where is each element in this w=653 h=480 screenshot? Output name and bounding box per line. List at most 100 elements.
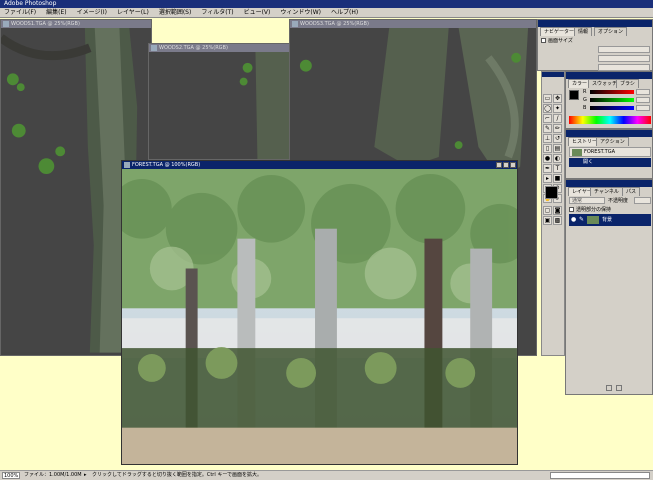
trash-icon[interactable] (616, 385, 622, 391)
pencil-tool-icon[interactable]: ✏ (553, 124, 562, 133)
palette-titlebar[interactable] (538, 20, 652, 27)
menu-select[interactable]: 選択範囲(S) (157, 8, 194, 17)
new-layer-icon[interactable] (606, 385, 612, 391)
green-value-field[interactable] (636, 97, 650, 103)
green-slider[interactable] (590, 98, 634, 102)
menu-file[interactable]: ファイル(F) (2, 8, 38, 17)
window-title: WOODS2.TGA @ 25%(RGB) (159, 45, 228, 51)
red-slider[interactable] (590, 90, 634, 94)
palette-titlebar[interactable] (566, 130, 652, 137)
document-window-woods2[interactable]: WOODS2.TGA @ 25%(RGB) (148, 43, 290, 160)
color-spectrum-bar[interactable] (569, 116, 651, 124)
blue-slider[interactable] (590, 106, 634, 110)
history-palette: ヒストリー アクション FOREST.TGA 開く (565, 129, 653, 179)
move-tool-icon[interactable]: ✥ (553, 94, 562, 103)
blue-value-field[interactable] (636, 105, 650, 111)
menu-image[interactable]: イメージ(I) (75, 8, 109, 17)
window-title: FOREST.TGA @ 100%(RGB) (132, 162, 201, 168)
menu-filter[interactable]: フィルタ(T) (199, 8, 235, 17)
menu-layer[interactable]: レイヤー(L) (115, 8, 151, 17)
window-titlebar[interactable]: WOODS3.TGA @ 25%(RGB) (290, 20, 536, 28)
tab-channels[interactable]: チャンネル (590, 187, 623, 196)
brush-link-icon[interactable]: ✎ (579, 217, 584, 223)
history-brush-tool-icon[interactable]: ↺ (553, 134, 562, 143)
magic-wand-tool-icon[interactable]: ✦ (553, 104, 562, 113)
quick-mask-icon[interactable]: ◙ (553, 206, 562, 215)
palette-titlebar[interactable] (566, 180, 652, 187)
foreground-color-swatch[interactable] (545, 186, 558, 199)
layers-palette: レイヤー チャンネル パス 通常 不透明度 透明部分の保持 ● ✎ 背景 (565, 179, 653, 395)
fullscreen-mode-icon[interactable]: ▩ (553, 216, 562, 225)
history-state-row[interactable]: 開く (569, 158, 651, 167)
dodge-tool-icon[interactable]: ◐ (553, 154, 562, 163)
document-canvas[interactable] (149, 52, 289, 159)
zoom-field[interactable]: 100% (2, 472, 20, 479)
slice-tool-icon[interactable]: / (553, 114, 562, 123)
menu-bar: ファイル(F) 編集(E) イメージ(I) レイヤー(L) 選択範囲(S) フィ… (0, 8, 653, 18)
window-title: WOODS3.TGA @ 25%(RGB) (300, 21, 369, 27)
close-icon[interactable] (510, 162, 516, 168)
window-titlebar[interactable]: FOREST.TGA @ 100%(RGB) (122, 161, 517, 169)
palette-titlebar[interactable] (566, 72, 652, 79)
screen-size-checkbox[interactable] (541, 38, 546, 43)
app-title-bar: Adobe Photoshop (0, 0, 653, 8)
option-field[interactable] (598, 46, 650, 53)
tab-brushes[interactable]: ブラシ (616, 79, 639, 88)
document-window-forest[interactable]: FOREST.TGA @ 100%(RGB) (121, 160, 518, 465)
path-select-tool-icon[interactable]: ▸ (543, 174, 552, 183)
maximize-icon[interactable] (503, 162, 509, 168)
tab-options[interactable]: オプション (594, 27, 628, 36)
forest-canvas[interactable] (122, 169, 517, 465)
document-size[interactable]: ファイル：1.00M/1.00M (24, 471, 82, 480)
stamp-tool-icon[interactable]: ⊥ (543, 134, 552, 143)
history-snapshot-row[interactable]: FOREST.TGA (569, 147, 651, 157)
foreground-color-swatch[interactable] (569, 90, 579, 100)
lasso-tool-icon[interactable]: ◯ (543, 104, 552, 113)
standard-mode-icon[interactable]: ▢ (543, 206, 552, 215)
brush-tool-icon[interactable]: ✎ (543, 124, 552, 133)
tab-actions[interactable]: アクション (596, 137, 629, 146)
opacity-label: 不透明度 (608, 198, 629, 204)
preserve-transparency-label: 透明部分の保持 (576, 207, 612, 213)
window-titlebar[interactable]: WOODS1.TGA @ 25%(RGB) (1, 20, 151, 28)
preserve-transparency-checkbox[interactable] (569, 207, 574, 212)
play-icon: ▸ (84, 472, 87, 478)
window-title: WOODS1.TGA @ 25%(RGB) (11, 21, 80, 27)
minimize-icon[interactable] (496, 162, 502, 168)
pen-tool-icon[interactable]: ✒ (543, 164, 552, 173)
menu-help[interactable]: ヘルプ(H) (329, 8, 360, 17)
blend-mode-select[interactable]: 通常 (569, 197, 605, 204)
opacity-field[interactable] (634, 197, 651, 204)
screen-mode-icon[interactable]: ▣ (543, 216, 552, 225)
type-tool-icon[interactable]: T (553, 164, 562, 173)
crop-tool-icon[interactable]: ⌐ (543, 114, 552, 123)
option-field[interactable] (598, 64, 650, 71)
marquee-tool-icon[interactable]: ▭ (543, 94, 552, 103)
snapshot-thumbnail-icon (572, 149, 582, 156)
tab-info[interactable]: 情報 (574, 27, 593, 36)
option-field[interactable] (598, 55, 650, 62)
color-palette: カラー スウォッチ ブラシ R G B (565, 71, 653, 129)
channel-g-label: G (583, 97, 587, 103)
layer-row[interactable]: ● ✎ 背景 (569, 214, 651, 226)
menu-view[interactable]: ビュー(V) (242, 8, 273, 17)
eraser-tool-icon[interactable]: ▯ (543, 144, 552, 153)
screen-size-label: 画面サイズ (548, 38, 573, 44)
toolbox: ▭ ✥ ◯ ✦ ⌐ / ✎ ✏ ⊥ ↺ ▯ ▤ ● ◐ ✒ T ▸ ■ ▫ ⚲ … (541, 71, 565, 356)
red-value-field[interactable] (636, 89, 650, 95)
window-controls (496, 162, 516, 168)
status-bar: 100% ファイル：1.00M/1.00M ▸ クリックしてドラッグすると切り抜… (0, 470, 653, 480)
eye-icon[interactable]: ● (571, 217, 576, 223)
blur-tool-icon[interactable]: ● (543, 154, 552, 163)
shape-tool-icon[interactable]: ■ (553, 174, 562, 183)
layer-thumbnail-icon (587, 216, 599, 224)
gradient-tool-icon[interactable]: ▤ (553, 144, 562, 153)
toolbox-titlebar[interactable] (542, 72, 564, 77)
layer-name: 背景 (602, 217, 613, 223)
window-titlebar[interactable]: WOODS2.TGA @ 25%(RGB) (149, 44, 289, 52)
tab-navigator[interactable]: ナビゲーター (540, 27, 579, 36)
channel-r-label: R (583, 89, 587, 95)
menu-window[interactable]: ウィンドウ(W) (278, 8, 323, 17)
tab-paths[interactable]: パス (622, 187, 641, 196)
menu-edit[interactable]: 編集(E) (44, 8, 68, 17)
